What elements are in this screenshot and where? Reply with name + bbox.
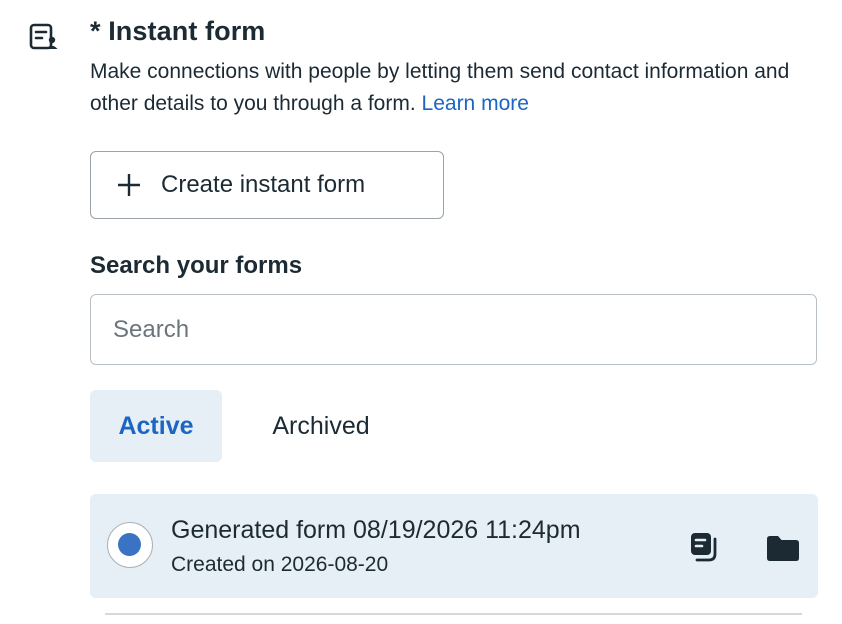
form-name: Generated form 08/19/2026 11:24pm: [171, 516, 581, 544]
tab-active[interactable]: Active: [90, 390, 222, 462]
create-instant-form-button[interactable]: Create instant form: [90, 151, 444, 219]
search-input[interactable]: [90, 294, 817, 365]
form-document-icon: [29, 23, 58, 50]
search-heading: Search your forms: [90, 252, 303, 279]
duplicate-icon[interactable]: [688, 531, 720, 563]
learn-more-link[interactable]: Learn more: [422, 92, 529, 115]
tab-archived[interactable]: Archived: [240, 390, 402, 462]
form-created-date: Created on 2026-08-20: [171, 553, 389, 576]
form-radio-button[interactable]: [107, 522, 153, 568]
folder-icon[interactable]: [766, 534, 800, 562]
section-description: Make connections with people by letting …: [90, 56, 810, 120]
create-button-label: Create instant form: [161, 171, 366, 198]
form-list-item[interactable]: Generated form 08/19/2026 11:24pm Create…: [90, 494, 818, 598]
section-title: * Instant form: [90, 16, 266, 46]
plus-icon: [118, 174, 140, 196]
radio-selected-dot: [118, 533, 141, 556]
list-divider: [105, 613, 802, 615]
